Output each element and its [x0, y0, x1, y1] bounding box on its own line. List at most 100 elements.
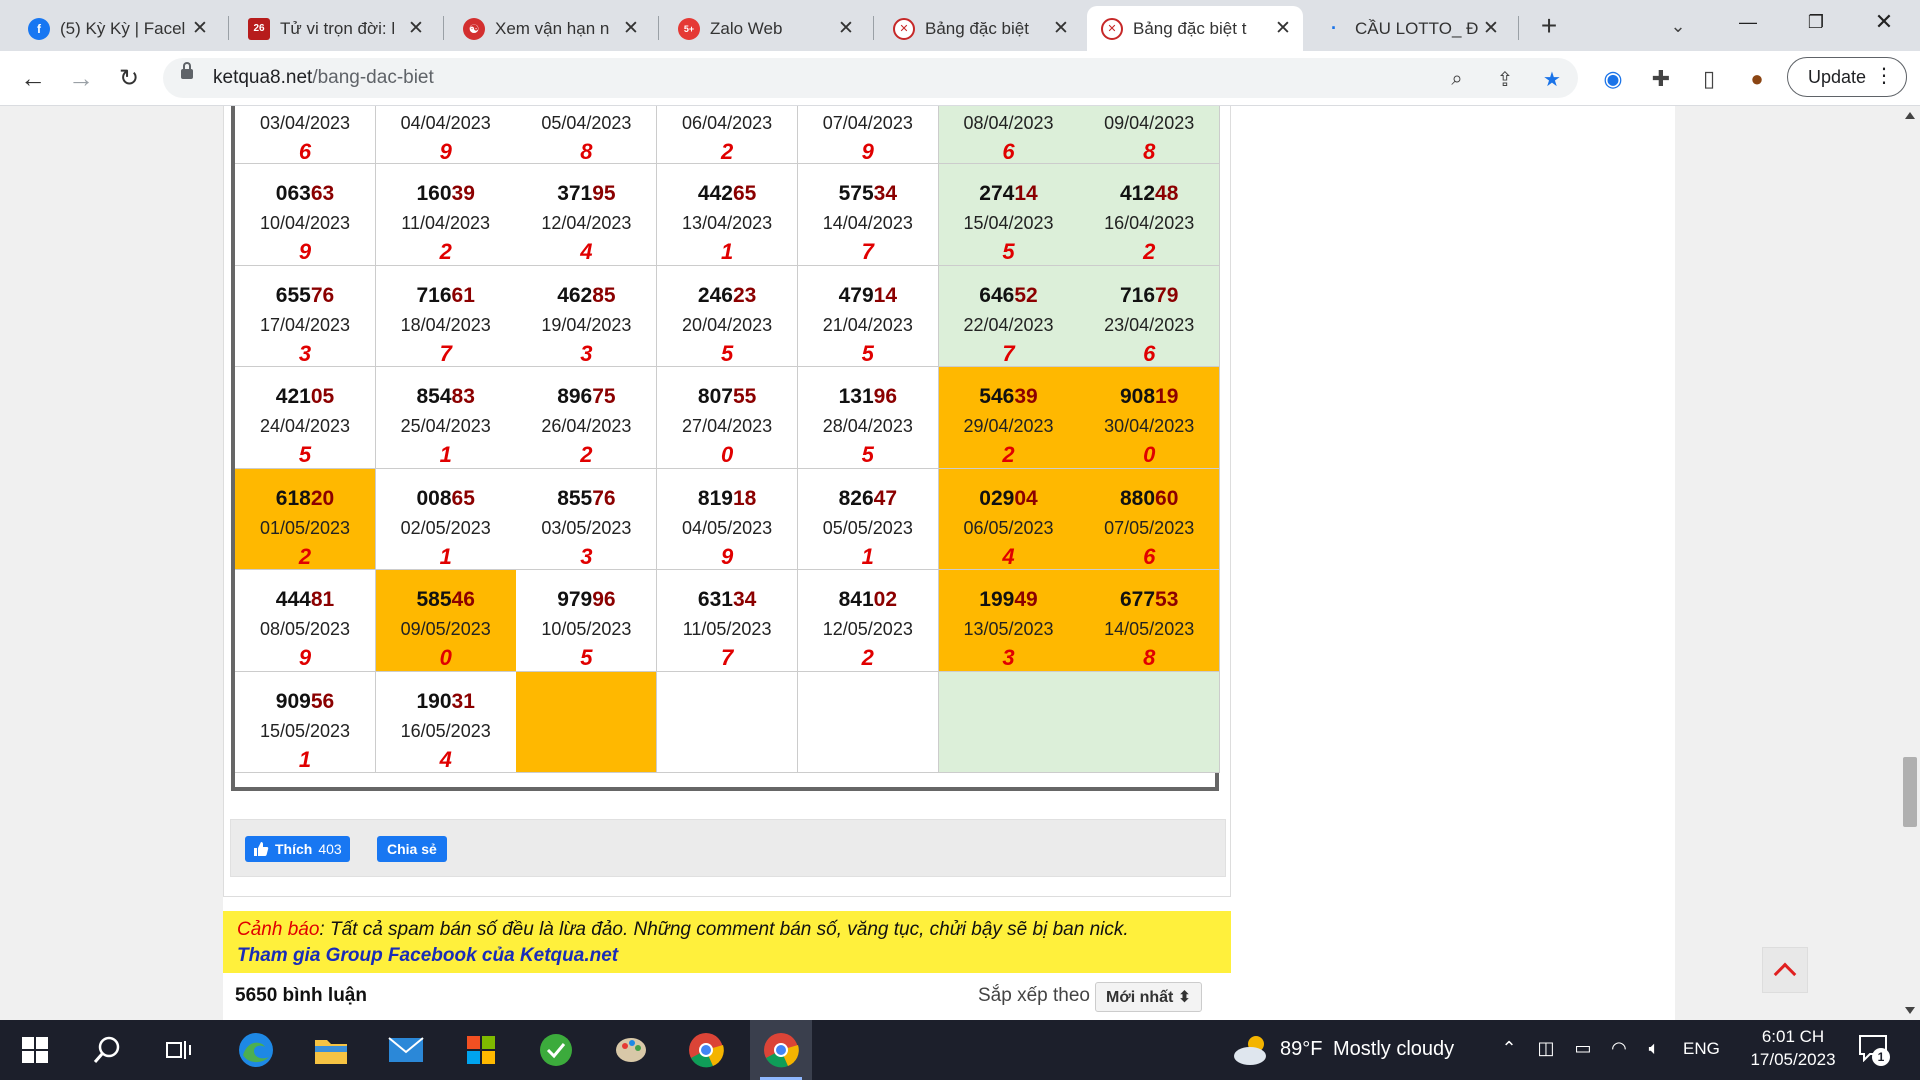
- globe-extension-icon[interactable]: ◉: [1598, 64, 1628, 94]
- number-head: 807: [697, 385, 733, 408]
- taskbar-file-explorer[interactable]: [300, 1020, 362, 1080]
- digit-sum: 1: [439, 543, 452, 569]
- facebook-like-button[interactable]: Thích 403: [245, 836, 350, 862]
- vertical-scrollbar[interactable]: [1900, 106, 1920, 1020]
- tab-xem-van-han[interactable]: ☯ Xem vận hạn n ✕: [449, 6, 651, 51]
- back-button[interactable]: ←: [14, 59, 52, 97]
- bookmark-star-icon[interactable]: ★: [1539, 66, 1565, 92]
- lock-icon[interactable]: [181, 62, 193, 79]
- digit-sum: 1: [298, 746, 312, 772]
- taskbar-paint[interactable]: [600, 1020, 662, 1080]
- number-head: 008: [416, 486, 452, 510]
- profile-avatar-icon[interactable]: ●: [1742, 64, 1772, 94]
- url-text[interactable]: ketqua8.net/bang-dac-biet: [213, 67, 434, 89]
- wifi-icon[interactable]: ◠: [1606, 1038, 1632, 1059]
- weather-description[interactable]: Mostly cloudy: [1333, 1038, 1454, 1061]
- start-button[interactable]: [4, 1020, 66, 1080]
- result-cell: 06363 10/04/2023 9: [235, 164, 376, 266]
- green-app-icon: [540, 1034, 572, 1066]
- result-cell: 03/04/2023 6: [235, 106, 376, 164]
- number-head: 546: [979, 385, 1015, 408]
- task-view-button[interactable]: [148, 1020, 210, 1080]
- tab-strip: f (5) Kỳ Kỳ | Facel ✕ 26 Tử vi trọn đời:…: [0, 0, 1920, 51]
- tab-facebook[interactable]: f (5) Kỳ Kỳ | Facel ✕: [14, 6, 220, 51]
- new-tab-button[interactable]: +: [1531, 8, 1567, 44]
- chevron-up-icon[interactable]: ⌃: [1496, 1038, 1522, 1059]
- number-tail: 85: [592, 283, 616, 307]
- result-cell: 13196 28/04/2023 5: [797, 367, 939, 469]
- weather-cloud-icon[interactable]: [1232, 1032, 1272, 1068]
- special-number: 71679: [1079, 284, 1219, 308]
- scroll-to-top-button[interactable]: [1762, 947, 1808, 993]
- number-head: 246: [697, 283, 733, 307]
- special-number: 24623: [657, 284, 797, 308]
- extensions-puzzle-icon[interactable]: ✚: [1646, 64, 1676, 94]
- tab-bang-dac-biet-active[interactable]: ✕ Bảng đặc biệt t ✕: [1087, 6, 1303, 51]
- side-panel-icon[interactable]: ▯: [1694, 64, 1724, 94]
- tab-zalo[interactable]: 5+ Zalo Web ✕: [664, 6, 866, 51]
- battery-icon[interactable]: ▭: [1570, 1038, 1596, 1059]
- menu-dots-icon[interactable]: ⋮: [1874, 65, 1894, 87]
- search-button[interactable]: [76, 1020, 138, 1080]
- restore-button[interactable]: ❐: [1788, 0, 1844, 44]
- reload-button[interactable]: ↻: [110, 59, 148, 97]
- taskbar-app-green[interactable]: [525, 1020, 587, 1080]
- zoom-icon[interactable]: ⌕: [1444, 66, 1470, 92]
- facebook-share-button[interactable]: Chia sẻ: [377, 836, 447, 862]
- taskbar-edge[interactable]: [225, 1020, 287, 1080]
- result-date: 25/04/2023: [400, 416, 491, 436]
- number-tail: 39: [1014, 385, 1038, 408]
- volume-icon[interactable]: 🔈︎: [1641, 1038, 1667, 1059]
- number-tail: 81: [310, 588, 335, 611]
- digit-sum: 2: [298, 543, 312, 569]
- tab-search-icon[interactable]: ⌄: [1660, 8, 1696, 44]
- clock[interactable]: 6:01 CH 17/05/2023: [1738, 1026, 1848, 1074]
- digit-sum: 7: [861, 239, 874, 264]
- special-number: 06363: [235, 182, 375, 206]
- close-icon[interactable]: ✕: [621, 17, 641, 40]
- taskbar-store[interactable]: [450, 1020, 512, 1080]
- close-icon[interactable]: ✕: [1051, 17, 1071, 40]
- result-date: 28/04/2023: [822, 416, 913, 436]
- digit-sum: 9: [439, 139, 452, 164]
- taskbar-chrome-2[interactable]: [750, 1020, 812, 1080]
- share-icon[interactable]: ⇪: [1492, 66, 1518, 92]
- number-head: 826: [838, 486, 874, 510]
- close-icon[interactable]: ✕: [1481, 17, 1501, 40]
- language-indicator[interactable]: ENG: [1683, 1039, 1720, 1059]
- tab-cau-lotto[interactable]: · CẦU LOTTO_ Đ ✕: [1309, 6, 1511, 51]
- close-icon[interactable]: ✕: [406, 17, 426, 40]
- notification-center-button[interactable]: 1: [1858, 1034, 1892, 1066]
- number-tail: 04: [1014, 486, 1038, 510]
- number-head: 444: [275, 588, 311, 611]
- result-cell: 27414 15/04/2023 5: [938, 164, 1080, 266]
- result-cell: 65576 17/04/2023 3: [235, 265, 376, 367]
- special-number: 44481: [235, 588, 375, 612]
- close-icon[interactable]: ✕: [190, 17, 210, 40]
- weather-temperature[interactable]: 89°F: [1280, 1038, 1322, 1061]
- number-tail: 96: [873, 385, 897, 408]
- scroll-down-arrow-icon[interactable]: [1905, 1007, 1915, 1014]
- tab-bang-dac-biet-1[interactable]: ✕ Bảng đặc biệt ✕: [879, 6, 1081, 51]
- close-window-button[interactable]: ✕: [1856, 0, 1912, 44]
- facebook-group-link[interactable]: Tham gia Group Facebook của Ketqua.net: [237, 943, 1217, 969]
- close-icon[interactable]: ✕: [1273, 17, 1293, 40]
- tab-tu-vi[interactable]: 26 Tử vi trọn đời: l ✕: [234, 6, 436, 51]
- close-icon[interactable]: ✕: [836, 17, 856, 40]
- forward-button[interactable]: →: [62, 59, 100, 97]
- sort-select[interactable]: Mới nhất ⬍: [1095, 982, 1203, 1012]
- taskbar-mail[interactable]: [375, 1020, 437, 1080]
- tab-title: Zalo Web: [710, 18, 783, 38]
- address-bar[interactable]: ketqua8.net/bang-dac-biet ⌕ ⇪ ★: [163, 58, 1578, 98]
- scroll-up-arrow-icon[interactable]: [1905, 112, 1915, 119]
- taskbar-chrome-1[interactable]: [675, 1020, 737, 1080]
- special-number: 16039: [376, 182, 516, 206]
- digit-sum: 6: [1002, 139, 1015, 164]
- scrollbar-thumb[interactable]: [1903, 757, 1917, 827]
- meet-icon[interactable]: ◫: [1533, 1038, 1559, 1059]
- result-date: 06/04/2023: [682, 113, 773, 133]
- result-date: 12/05/2023: [822, 619, 913, 639]
- minimize-button[interactable]: —: [1720, 0, 1776, 44]
- result-date: 09/05/2023: [400, 619, 491, 639]
- update-button[interactable]: Update ⋮: [1787, 57, 1907, 97]
